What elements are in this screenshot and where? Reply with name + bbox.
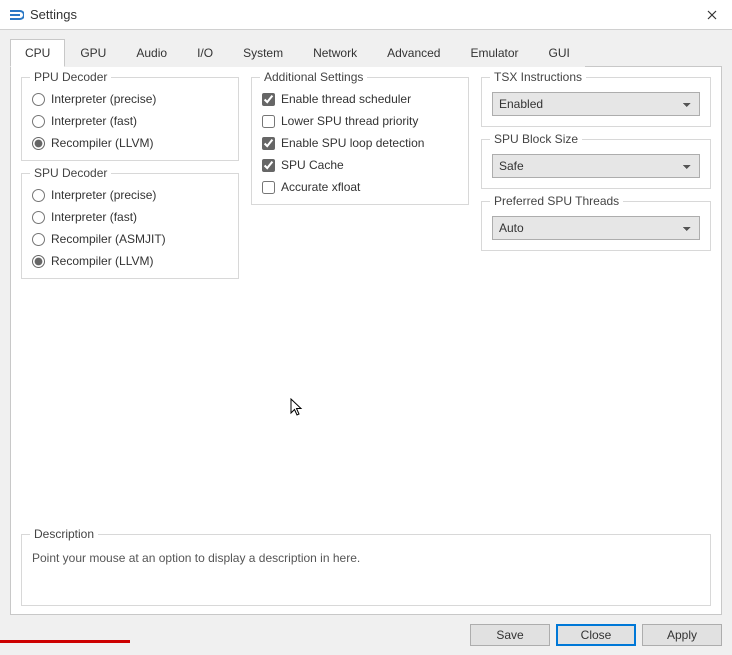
spu-decoder-option[interactable]: Interpreter (fast) [32,210,228,224]
tsx-select[interactable]: Enabled [492,92,700,116]
window-close-button[interactable] [692,0,732,30]
additional-checkbox[interactable] [262,93,275,106]
tab-cpu[interactable]: CPU [10,39,65,67]
option-label: Interpreter (fast) [51,210,137,224]
spu-decoder-radio[interactable] [32,255,45,268]
ppu-decoder-option[interactable]: Interpreter (precise) [32,92,228,106]
ppu-decoder-option[interactable]: Interpreter (fast) [32,114,228,128]
tab-gpu[interactable]: GPU [65,39,121,67]
group-legend: SPU Decoder [30,166,111,180]
additional-option[interactable]: Accurate xfloat [262,180,458,194]
spu-decoder-option[interactable]: Interpreter (precise) [32,188,228,202]
group-description: Description Point your mouse at an optio… [21,534,711,606]
spu-decoder-option[interactable]: Recompiler (ASMJIT) [32,232,228,246]
additional-option[interactable]: Lower SPU thread priority [262,114,458,128]
tab-gui[interactable]: GUI [534,39,585,67]
additional-checkbox[interactable] [262,115,275,128]
window-title: Settings [30,7,692,22]
group-legend: PPU Decoder [30,70,111,84]
group-ppu-decoder: PPU Decoder Interpreter (precise)Interpr… [21,77,239,161]
option-label: Enable thread scheduler [281,92,411,106]
spu-decoder-radio[interactable] [32,233,45,246]
option-label: Accurate xfloat [281,180,360,194]
tab-advanced[interactable]: Advanced [372,39,455,67]
option-label: Interpreter (precise) [51,92,156,106]
ppu-decoder-radio[interactable] [32,137,45,150]
additional-checkbox[interactable] [262,137,275,150]
spu-decoder-radio[interactable] [32,211,45,224]
description-text: Point your mouse at an option to display… [32,551,700,565]
titlebar: Settings [0,0,732,30]
spu-decoder-radio[interactable] [32,189,45,202]
ppu-decoder-radio[interactable] [32,115,45,128]
ppu-decoder-radio[interactable] [32,93,45,106]
group-legend: SPU Block Size [490,132,582,146]
group-tsx-instructions: TSX Instructions Enabled [481,77,711,127]
tab-emulator[interactable]: Emulator [455,39,533,67]
group-spu-block-size: SPU Block Size Safe [481,139,711,189]
group-legend: Additional Settings [260,70,367,84]
additional-checkbox[interactable] [262,181,275,194]
tab-bar: CPUGPUAudioI/OSystemNetworkAdvancedEmula… [10,38,722,67]
ppu-decoder-option[interactable]: Recompiler (LLVM) [32,136,228,150]
app-icon [8,7,24,23]
option-label: Interpreter (fast) [51,114,137,128]
tab-i-o[interactable]: I/O [182,39,228,67]
additional-option[interactable]: SPU Cache [262,158,458,172]
group-legend: TSX Instructions [490,70,586,84]
additional-option[interactable]: Enable thread scheduler [262,92,458,106]
additional-option[interactable]: Enable SPU loop detection [262,136,458,150]
preferred-spu-threads-select[interactable]: Auto [492,216,700,240]
tab-audio[interactable]: Audio [121,39,182,67]
option-label: Enable SPU loop detection [281,136,424,150]
additional-checkbox[interactable] [262,159,275,172]
option-label: Recompiler (LLVM) [51,136,153,150]
spu-block-size-select[interactable]: Safe [492,154,700,178]
group-additional-settings: Additional Settings Enable thread schedu… [251,77,469,205]
tab-page-cpu: PPU Decoder Interpreter (precise) Interpr… [10,67,722,615]
option-label: Lower SPU thread priority [281,114,418,128]
tab-system[interactable]: System [228,39,298,67]
tab-network[interactable]: Network [298,39,372,67]
option-label: SPU Cache [281,158,344,172]
group-spu-decoder: SPU Decoder Interpreter (precise)Interpr… [21,173,239,279]
dialog-footer: Save Close Apply [0,615,732,655]
group-legend: Preferred SPU Threads [490,194,623,208]
spu-decoder-option[interactable]: Recompiler (LLVM) [32,254,228,268]
group-legend: Description [30,527,98,541]
option-label: Interpreter (precise) [51,188,156,202]
group-preferred-spu-threads: Preferred SPU Threads Auto [481,201,711,251]
option-label: Recompiler (ASMJIT) [51,232,166,246]
option-label: Recompiler (LLVM) [51,254,153,268]
close-icon [707,10,717,20]
